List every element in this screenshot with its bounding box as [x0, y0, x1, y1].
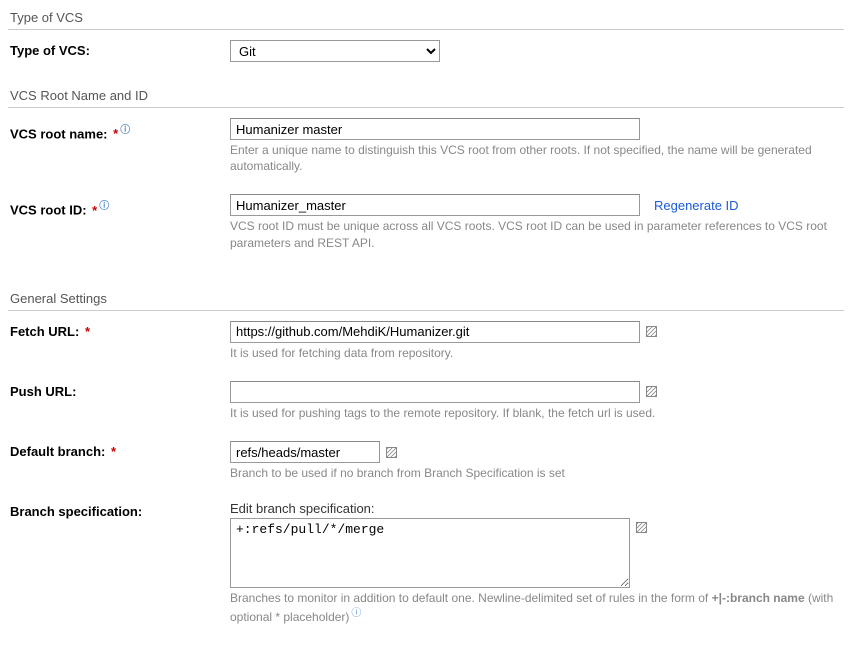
- param-ref-icon[interactable]: [646, 326, 657, 337]
- param-ref-icon[interactable]: [646, 386, 657, 397]
- help-icon[interactable]: ⓘ: [120, 125, 130, 136]
- help-icon[interactable]: ⓘ: [99, 201, 109, 212]
- sublabel-branch-specification: Edit branch specification:: [230, 501, 844, 516]
- section-header-general: General Settings: [8, 285, 844, 311]
- label-default-branch: Default branch: *: [10, 441, 230, 459]
- help-vcs-root-name: Enter a unique name to distinguish this …: [230, 142, 844, 174]
- param-ref-icon[interactable]: [636, 522, 647, 533]
- required-marker: *: [110, 126, 119, 141]
- input-default-branch[interactable]: [230, 441, 380, 463]
- textarea-branch-specification[interactable]: [230, 518, 630, 588]
- label-vcs-root-id: VCS root ID: *ⓘ: [10, 194, 230, 217]
- input-vcs-root-id[interactable]: [230, 194, 640, 216]
- label-fetch-url: Fetch URL: *: [10, 321, 230, 339]
- help-push-url: It is used for pushing tags to the remot…: [230, 405, 844, 421]
- input-vcs-root-name[interactable]: [230, 118, 640, 140]
- help-vcs-root-id: VCS root ID must be unique across all VC…: [230, 218, 844, 250]
- section-header-type-of-vcs: Type of VCS: [8, 4, 844, 30]
- input-fetch-url[interactable]: [230, 321, 640, 343]
- required-marker: *: [107, 444, 116, 459]
- select-type-of-vcs[interactable]: Git: [230, 40, 440, 62]
- section-header-name-and-id: VCS Root Name and ID: [8, 82, 844, 108]
- required-marker: *: [81, 324, 90, 339]
- label-vcs-root-name: VCS root name: *ⓘ: [10, 118, 230, 141]
- label-push-url: Push URL:: [10, 381, 230, 399]
- help-fetch-url: It is used for fetching data from reposi…: [230, 345, 844, 361]
- link-regenerate-id[interactable]: Regenerate ID: [654, 198, 739, 213]
- param-ref-icon[interactable]: [386, 447, 397, 458]
- label-type-of-vcs: Type of VCS:: [10, 40, 230, 58]
- label-branch-specification: Branch specification:: [10, 501, 230, 519]
- help-default-branch: Branch to be used if no branch from Bran…: [230, 465, 844, 481]
- input-push-url[interactable]: [230, 381, 640, 403]
- help-branch-specification: Branches to monitor in addition to defau…: [230, 590, 844, 624]
- required-marker: *: [89, 203, 98, 218]
- help-icon[interactable]: ⓘ: [351, 608, 361, 619]
